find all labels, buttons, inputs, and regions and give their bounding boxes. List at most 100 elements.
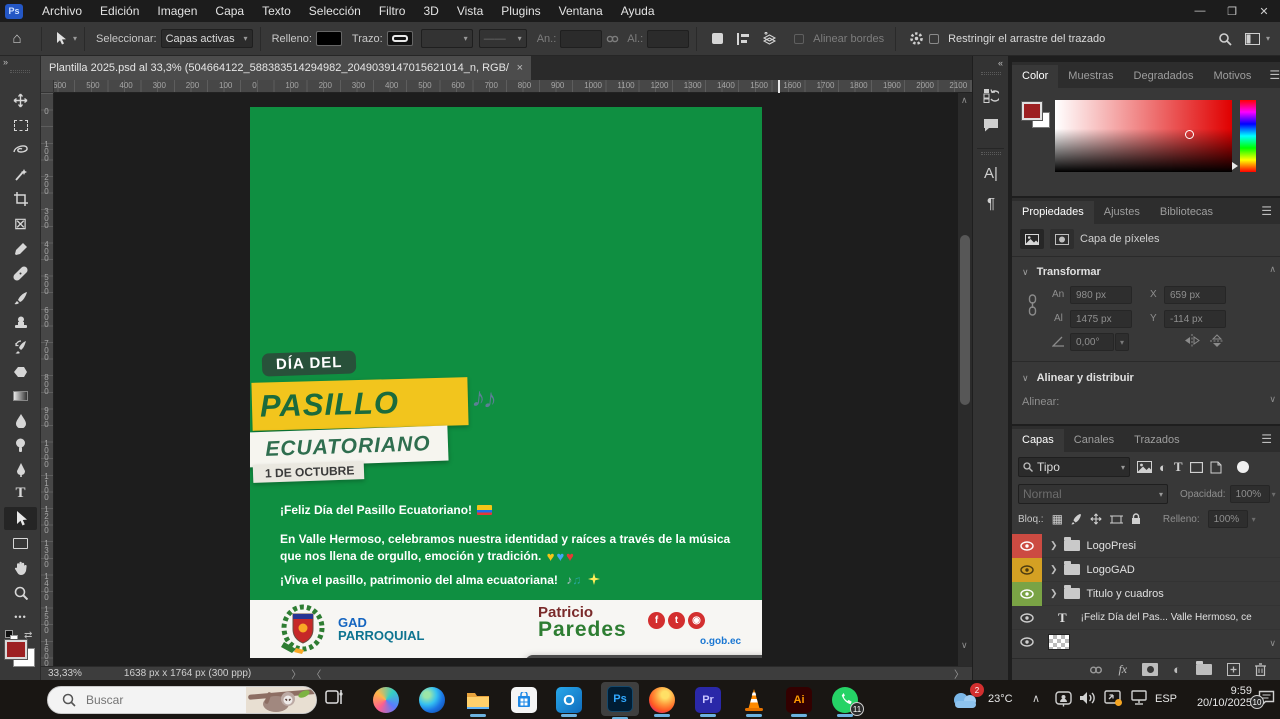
- visibility-badge[interactable]: [1012, 582, 1042, 606]
- link-layers-icon[interactable]: [1089, 666, 1103, 674]
- eye-icon[interactable]: [1020, 565, 1034, 575]
- expand-group-icon[interactable]: ❯: [1050, 564, 1058, 575]
- vlc-button[interactable]: [741, 687, 767, 713]
- menu-item-imagen[interactable]: Imagen: [148, 4, 206, 18]
- scroll-right-icon[interactable]: 〉: [954, 666, 964, 680]
- network-icon[interactable]: [1130, 690, 1148, 706]
- layer-name[interactable]: ¡Feliz Día del Pas... Valle Hermoso, ce: [1081, 612, 1252, 623]
- expand-panels-icon[interactable]: «: [998, 58, 1003, 68]
- layer-name[interactable]: LogoGAD: [1087, 564, 1135, 576]
- search-input[interactable]: [84, 692, 224, 708]
- taskbar-search[interactable]: [47, 686, 317, 714]
- paragraph-panel-icon[interactable]: ¶: [980, 192, 1002, 214]
- layer-name[interactable]: LogoPresi: [1087, 540, 1137, 552]
- edge-button[interactable]: [419, 687, 445, 713]
- document-tab[interactable]: Plantilla 2025.psd al 33,3% (504664122_5…: [41, 56, 531, 80]
- illustrator-button[interactable]: Ai: [786, 687, 812, 713]
- filter-toggle-pin[interactable]: [1237, 461, 1249, 473]
- horizontal-ruler[interactable]: 6005004003002001000100200300400500600700…: [41, 80, 972, 93]
- menu-item-ayuda[interactable]: Ayuda: [612, 4, 664, 18]
- document-info[interactable]: 1638 px x 1764 px (300 ppp): [124, 668, 251, 679]
- filter-shape-icon[interactable]: [1190, 462, 1203, 473]
- frame-tool[interactable]: ⊠: [4, 212, 37, 235]
- gradient-tool[interactable]: [4, 384, 37, 407]
- collapse-tools-icon[interactable]: »: [3, 57, 8, 67]
- premiere-button[interactable]: Pr: [695, 687, 721, 713]
- clone-stamp-tool[interactable]: [4, 311, 37, 334]
- filter-adjustment-icon[interactable]: ◐: [1159, 460, 1167, 475]
- layer-style-fx-icon[interactable]: fx: [1118, 662, 1127, 677]
- more-tools-button[interactable]: •••: [4, 605, 37, 628]
- temperature-text[interactable]: 23°C: [988, 693, 1013, 705]
- eye-icon[interactable]: [1020, 541, 1034, 551]
- language-indicator[interactable]: ESP: [1155, 693, 1177, 705]
- add-mask-icon[interactable]: [1142, 663, 1158, 676]
- menu-item-plugins[interactable]: Plugins: [492, 4, 549, 18]
- whatsapp-button[interactable]: 11: [832, 687, 858, 713]
- layer-row[interactable]: ❯ LogoGAD: [1012, 558, 1280, 582]
- panel-scroll-up-icon[interactable]: ∧: [1269, 264, 1276, 275]
- clock[interactable]: 9:59 20/10/2025: [1192, 685, 1252, 709]
- zoom-level[interactable]: 33,33%: [48, 668, 82, 679]
- move-tool-icon[interactable]: [49, 32, 73, 45]
- outlook-button[interactable]: O: [556, 687, 582, 713]
- transform-section-header[interactable]: ∨Transformar: [1022, 264, 1101, 278]
- path-selection-tool[interactable]: [4, 507, 37, 530]
- visibility-badge[interactable]: [1012, 606, 1042, 630]
- task-view-button[interactable]: [325, 687, 345, 707]
- visibility-badge[interactable]: [1012, 558, 1042, 582]
- volume-icon[interactable]: [1079, 690, 1097, 706]
- blur-tool[interactable]: [4, 409, 37, 432]
- fill-swatch[interactable]: [316, 31, 342, 46]
- eraser-tool[interactable]: [4, 360, 37, 383]
- copilot-button[interactable]: [373, 687, 399, 713]
- tab-muestras[interactable]: Muestras: [1058, 65, 1123, 88]
- vertical-scrollbar-thumb[interactable]: [960, 235, 970, 405]
- menu-item-capa[interactable]: Capa: [206, 4, 253, 18]
- hand-tool[interactable]: [4, 556, 37, 579]
- path-operations-icon[interactable]: [704, 33, 730, 44]
- weather-icon[interactable]: 2: [950, 688, 980, 710]
- rectangle-tool[interactable]: [4, 532, 37, 555]
- panel-menu-icon[interactable]: ☰: [1261, 68, 1280, 88]
- object-selection-tool[interactable]: [4, 163, 37, 186]
- constrain-path-checkbox[interactable]: [929, 34, 939, 44]
- layer-row[interactable]: [1012, 630, 1280, 654]
- contextual-task-bar[interactable]: Seleccionar sujeto Eliminar fondo ◐ •••: [525, 655, 762, 658]
- panel-scroll-down-icon[interactable]: ∨: [1269, 394, 1276, 405]
- foreground-color-chip[interactable]: [1022, 102, 1042, 120]
- eyedropper-tool[interactable]: [4, 237, 37, 260]
- layer-row[interactable]: ❯ LogoPresi: [1012, 534, 1280, 558]
- scroll-left-icon[interactable]: 〈: [311, 666, 321, 680]
- lasso-tool[interactable]: [4, 138, 37, 161]
- panel-grip[interactable]: [10, 70, 30, 73]
- history-panel-icon[interactable]: [980, 84, 1002, 106]
- filter-type-dropdown[interactable]: Tipo▾: [1018, 457, 1130, 477]
- new-group-icon[interactable]: [1196, 664, 1212, 675]
- menu-item-edicion[interactable]: Edición: [91, 4, 148, 18]
- scroll-down-icon[interactable]: ∨: [961, 640, 968, 651]
- expand-group-icon[interactable]: ❯: [1050, 588, 1058, 599]
- notification-center-button[interactable]: 10: [1258, 690, 1275, 705]
- tool-preset-caret[interactable]: ▾: [73, 34, 77, 43]
- mask-icon[interactable]: [1050, 229, 1074, 249]
- delete-layer-icon[interactable]: [1255, 663, 1266, 676]
- minimize-button[interactable]: —: [1184, 0, 1216, 22]
- tab-motivos[interactable]: Motivos: [1203, 65, 1261, 88]
- lock-transparency-icon[interactable]: ▦: [1052, 512, 1063, 526]
- eye-icon[interactable]: [1020, 613, 1034, 623]
- tab-color[interactable]: Color: [1012, 65, 1058, 88]
- new-layer-icon[interactable]: [1227, 663, 1240, 676]
- menu-item-texto[interactable]: Texto: [253, 4, 300, 18]
- eye-icon[interactable]: [1020, 637, 1034, 647]
- poster-document[interactable]: DÍA DEL PASILLO ♪♪ ECUATORIANO 1 DE OCTU…: [250, 107, 762, 658]
- vertical-ruler[interactable]: 0100200300400500600700800900100011001200…: [41, 93, 54, 666]
- eye-icon[interactable]: [1020, 589, 1034, 599]
- tray-overflow-chevron[interactable]: ∧: [1032, 692, 1040, 705]
- firefox-button[interactable]: [649, 687, 675, 713]
- lock-position-icon[interactable]: [1090, 513, 1102, 525]
- photoshop-button[interactable]: Ps: [601, 682, 639, 716]
- character-panel-icon[interactable]: A|: [980, 162, 1002, 184]
- filter-type-text-icon[interactable]: T: [1174, 459, 1183, 475]
- tab-canales[interactable]: Canales: [1064, 429, 1124, 452]
